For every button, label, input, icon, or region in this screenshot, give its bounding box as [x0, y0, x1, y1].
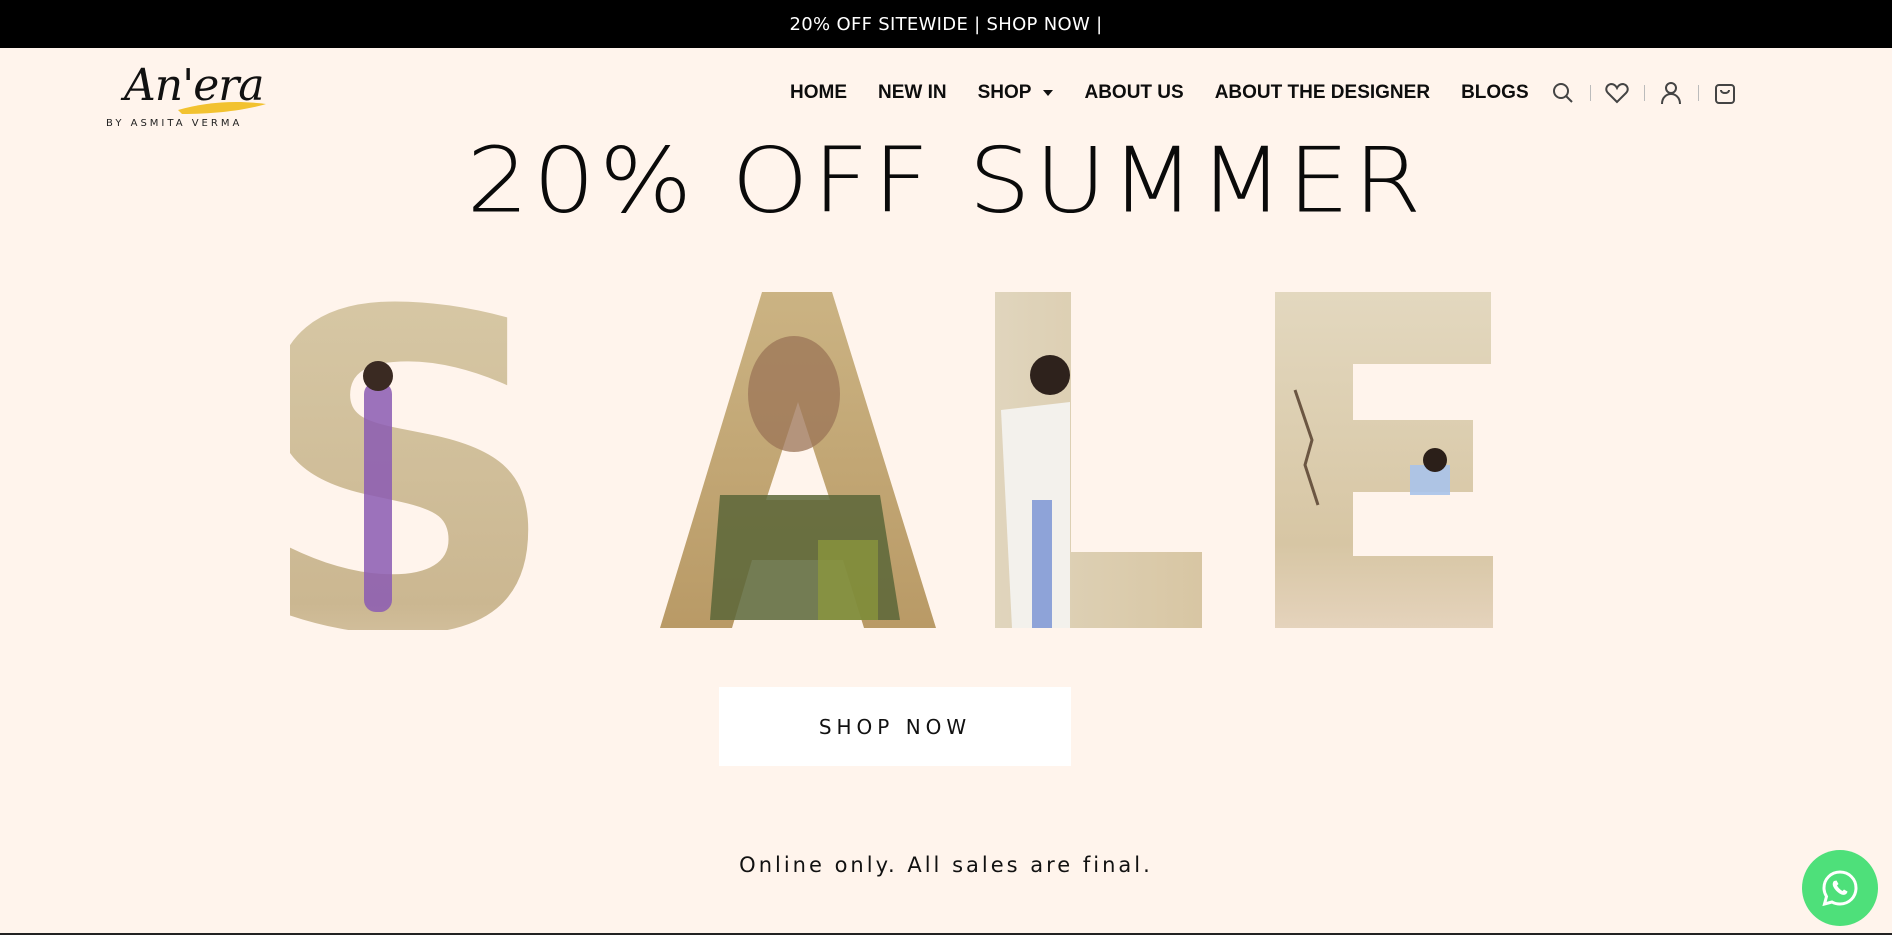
- shop-now-button[interactable]: SHOP NOW: [719, 687, 1071, 766]
- announcement-text[interactable]: 20% OFF SITEWIDE | SHOP NOW |: [790, 14, 1103, 35]
- site-header: An'era BY ASMITA VERMA HOME NEW IN SHOP …: [0, 48, 1892, 138]
- header-icons: [1548, 48, 1740, 138]
- cart-icon[interactable]: [1710, 78, 1740, 108]
- nav-blogs[interactable]: BLOGS: [1461, 82, 1529, 104]
- hero-headline: 20% OFF SUMMER: [466, 128, 1426, 234]
- divider: [1590, 85, 1591, 101]
- sale-letter-s: S: [290, 290, 560, 630]
- nav-new-in[interactable]: NEW IN: [878, 82, 947, 104]
- search-icon[interactable]: [1548, 78, 1578, 108]
- announcement-bar[interactable]: 20% OFF SITEWIDE | SHOP NOW |: [0, 0, 1892, 48]
- nav-about-us[interactable]: ABOUT US: [1084, 82, 1183, 104]
- logo-subtitle: BY ASMITA VERMA: [106, 118, 243, 129]
- main-nav: HOME NEW IN SHOP ABOUT US ABOUT THE DESI…: [790, 48, 1529, 138]
- nav-about-designer[interactable]: ABOUT THE DESIGNER: [1215, 82, 1430, 104]
- brand-logo[interactable]: An'era BY ASMITA VERMA: [104, 58, 274, 138]
- nav-shop[interactable]: SHOP: [978, 82, 1054, 104]
- logo-script: An'era: [124, 60, 265, 111]
- chevron-down-icon: [1043, 90, 1054, 96]
- heart-icon[interactable]: [1602, 78, 1632, 108]
- sale-letter-e: [1275, 292, 1493, 628]
- divider: [1644, 85, 1645, 101]
- user-icon[interactable]: [1656, 78, 1686, 108]
- whatsapp-icon: [1822, 870, 1858, 907]
- svg-text:S: S: [290, 290, 560, 630]
- nav-home[interactable]: HOME: [790, 82, 847, 104]
- whatsapp-chat-button[interactable]: [1802, 850, 1878, 926]
- divider: [1698, 85, 1699, 101]
- sale-letter-l: [995, 292, 1202, 628]
- sale-note: Online only. All sales are final.: [739, 853, 1153, 877]
- sale-photo-letters: S: [290, 290, 1493, 630]
- nav-shop-label: SHOP: [977, 82, 1032, 103]
